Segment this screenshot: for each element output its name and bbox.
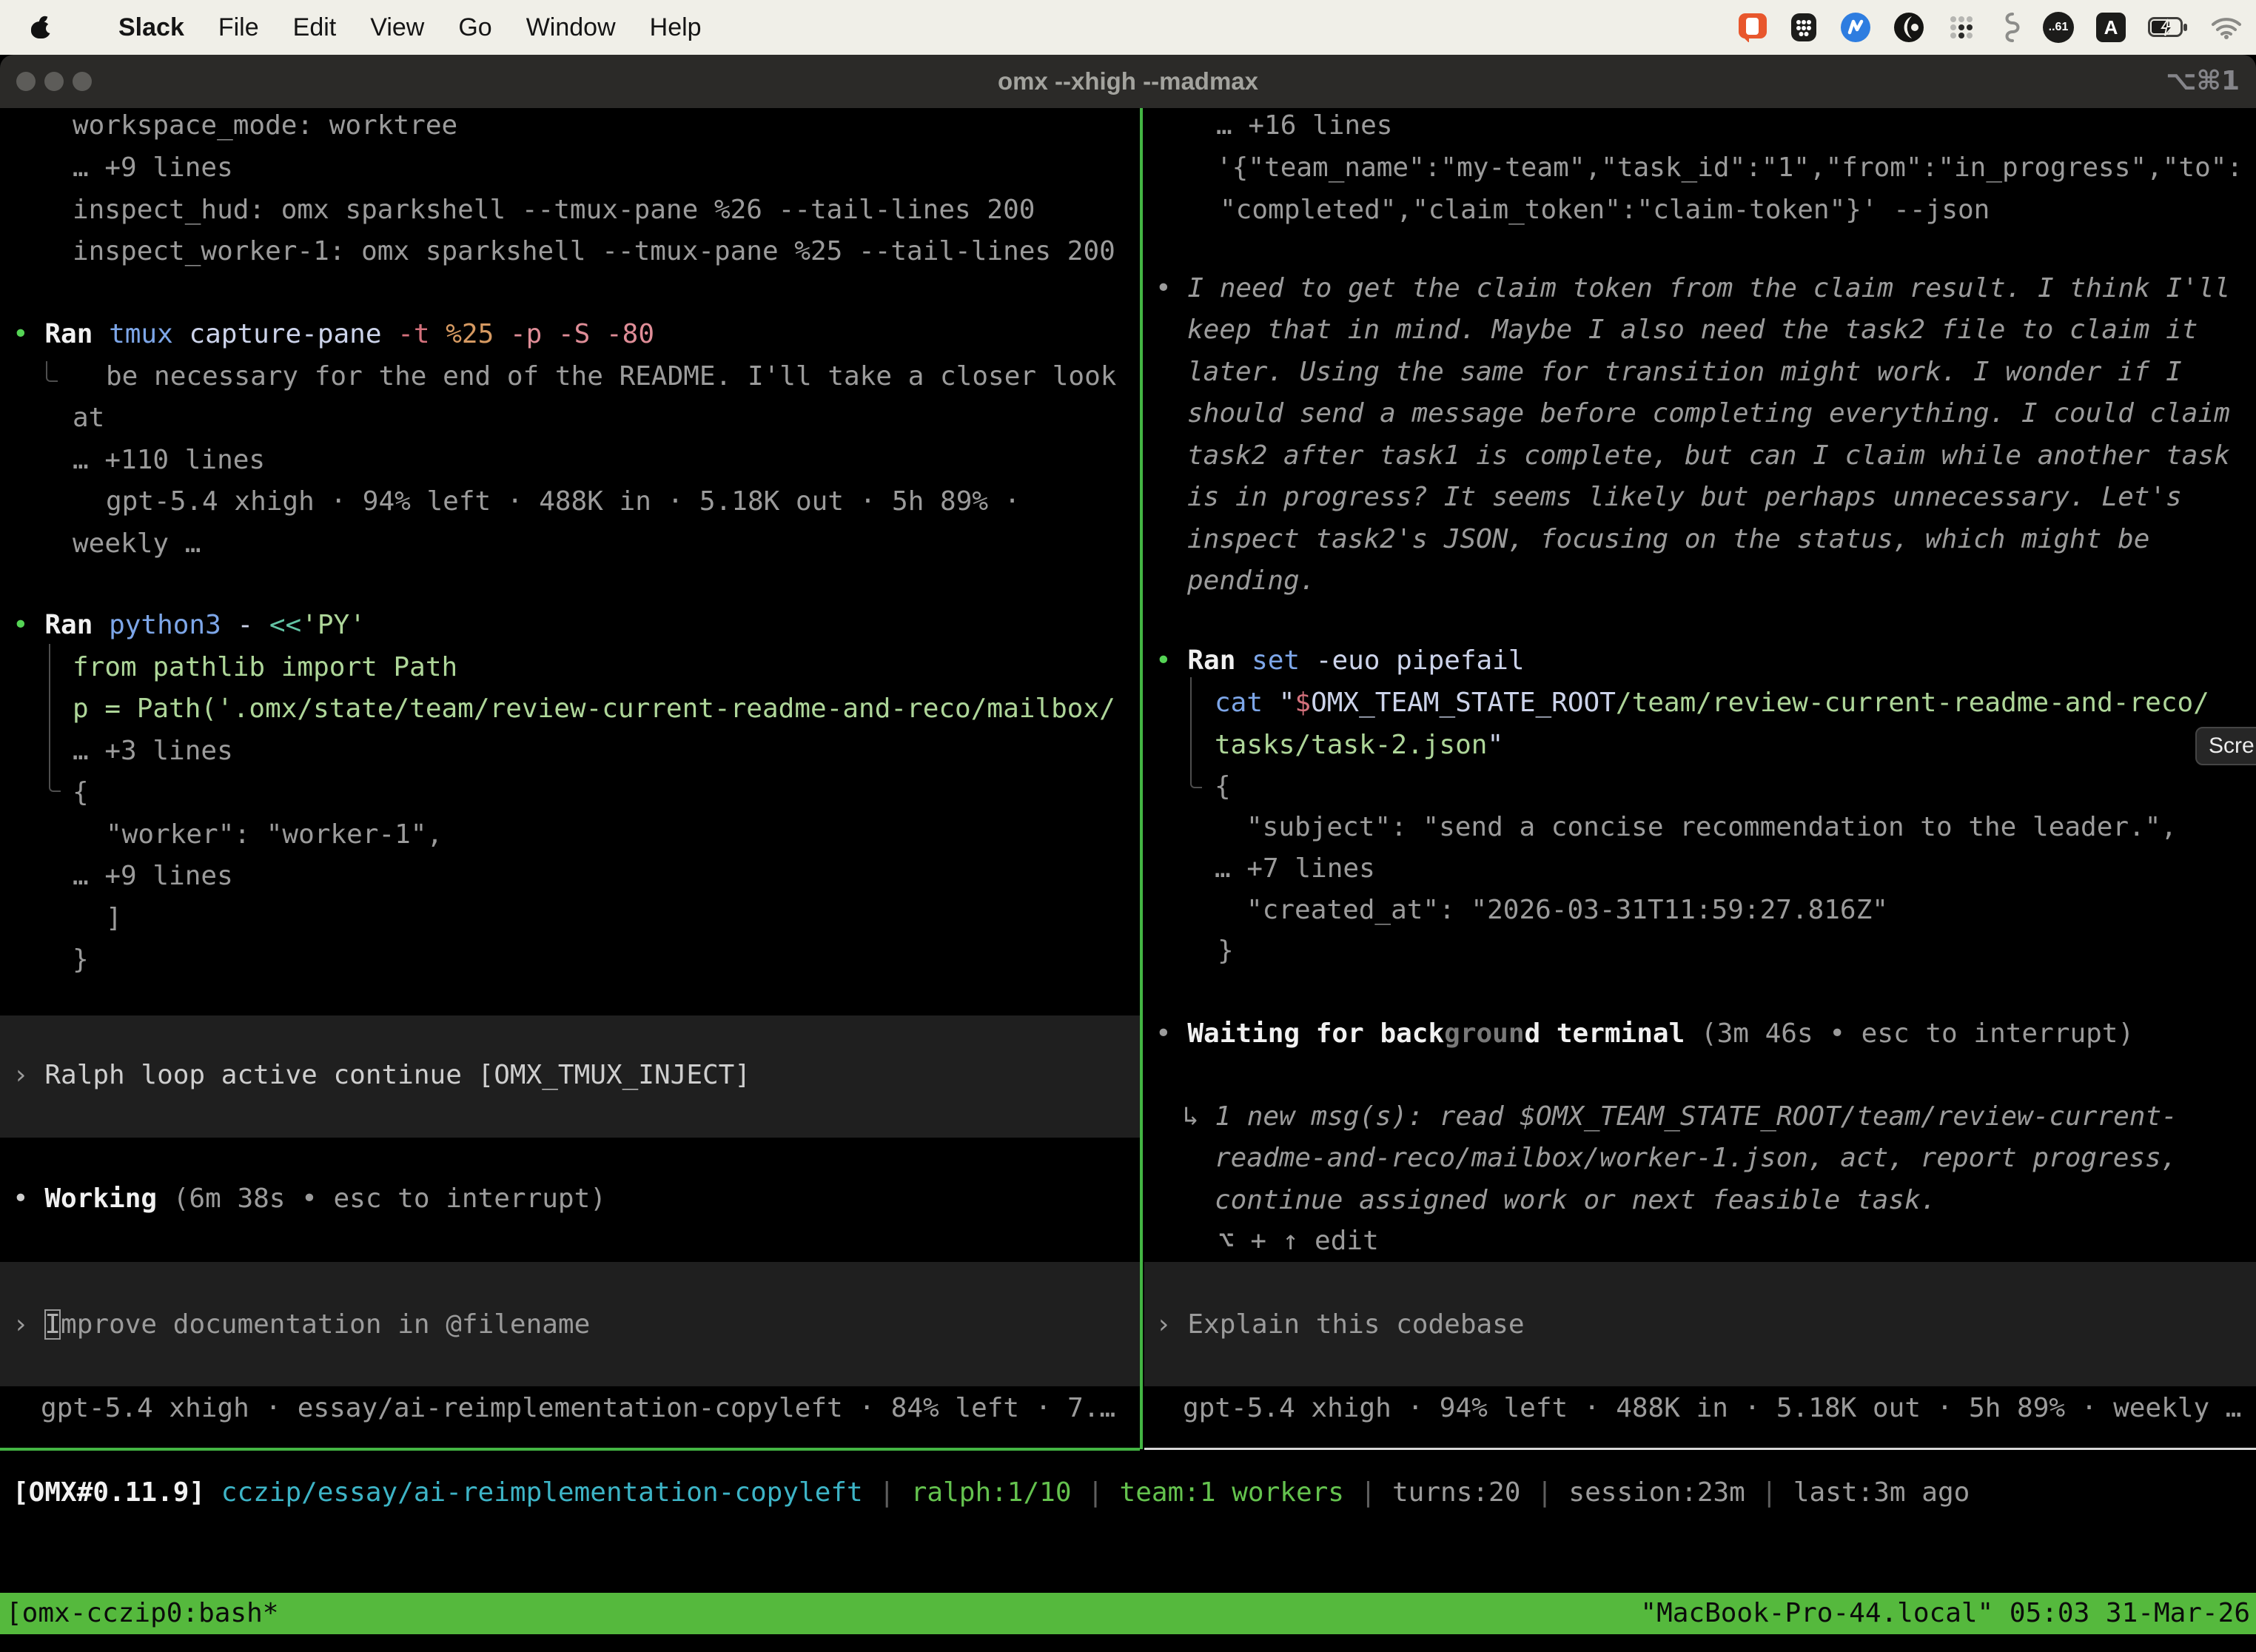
menu-item-edit[interactable]: Edit <box>293 13 337 42</box>
output-corner-guide <box>46 361 58 382</box>
pane-bottom-border-active <box>0 1448 1140 1451</box>
menu-item-view[interactable]: View <box>370 13 424 42</box>
tmux-host-clock: "MacBook-Pro-44.local" 05:03 31-Mar-26 <box>1640 1593 2250 1634</box>
wifi-icon[interactable] <box>2210 15 2243 40</box>
prompt-input-right[interactable] <box>1144 1262 2256 1386</box>
python-block-guide <box>49 644 61 792</box>
prompt-input-left[interactable] <box>0 1262 1140 1386</box>
menu-item-slack[interactable]: Slack <box>118 13 184 42</box>
tmux-status-bar: [omx-cczip0:bash* "MacBook-Pro-44.local"… <box>0 1593 2256 1634</box>
chat-app-icon[interactable] <box>1738 13 1767 42</box>
counter-badge-icon[interactable]: ..61 <box>2043 12 2074 43</box>
tmux-pane-divider[interactable] <box>1140 108 1143 1449</box>
a-badge-icon[interactable]: A <box>2096 13 2126 42</box>
menu-status-icons: ..61 A <box>1738 10 2256 44</box>
tmux-session-label: [omx-cczip0:bash* <box>6 1593 278 1634</box>
menu-item-file[interactable]: File <box>218 13 259 42</box>
menu-item-help[interactable]: Help <box>650 13 702 42</box>
apple-menu-icon[interactable] <box>31 16 50 38</box>
screen-tooltip: Scre <box>2195 727 2256 765</box>
squiggle-icon[interactable] <box>1998 10 2021 44</box>
ralph-loop-banner <box>0 1015 1140 1138</box>
terminal-window: omx --xhigh --madmax ⌥⌘1 <box>0 55 2256 1652</box>
pane-bottom-border-inactive <box>1144 1448 2256 1450</box>
window-title: omx --xhigh --madmax <box>0 55 2256 108</box>
battery-icon[interactable] <box>2148 17 2188 38</box>
dots-grid-icon[interactable] <box>1947 13 1976 42</box>
window-title-bar[interactable]: omx --xhigh --madmax ⌥⌘1 <box>0 55 2256 108</box>
menu-item-window[interactable]: Window <box>526 13 616 42</box>
macos-menu-bar: Slack File Edit View Go Window Help ..61 A <box>0 0 2256 55</box>
screen: Slack File Edit View Go Window Help ..61 A <box>0 0 2256 1652</box>
window-shortcut-badge: ⌥⌘1 <box>2166 55 2240 108</box>
blue-zigzag-icon[interactable] <box>1840 12 1871 43</box>
menu-item-go[interactable]: Go <box>458 13 491 42</box>
crescent-circle-icon[interactable] <box>1893 12 1924 43</box>
menu-items: Slack File Edit View Go Window Help <box>0 13 702 42</box>
cat-block-guide <box>1190 677 1202 788</box>
grid-shield-icon[interactable] <box>1790 12 1818 43</box>
